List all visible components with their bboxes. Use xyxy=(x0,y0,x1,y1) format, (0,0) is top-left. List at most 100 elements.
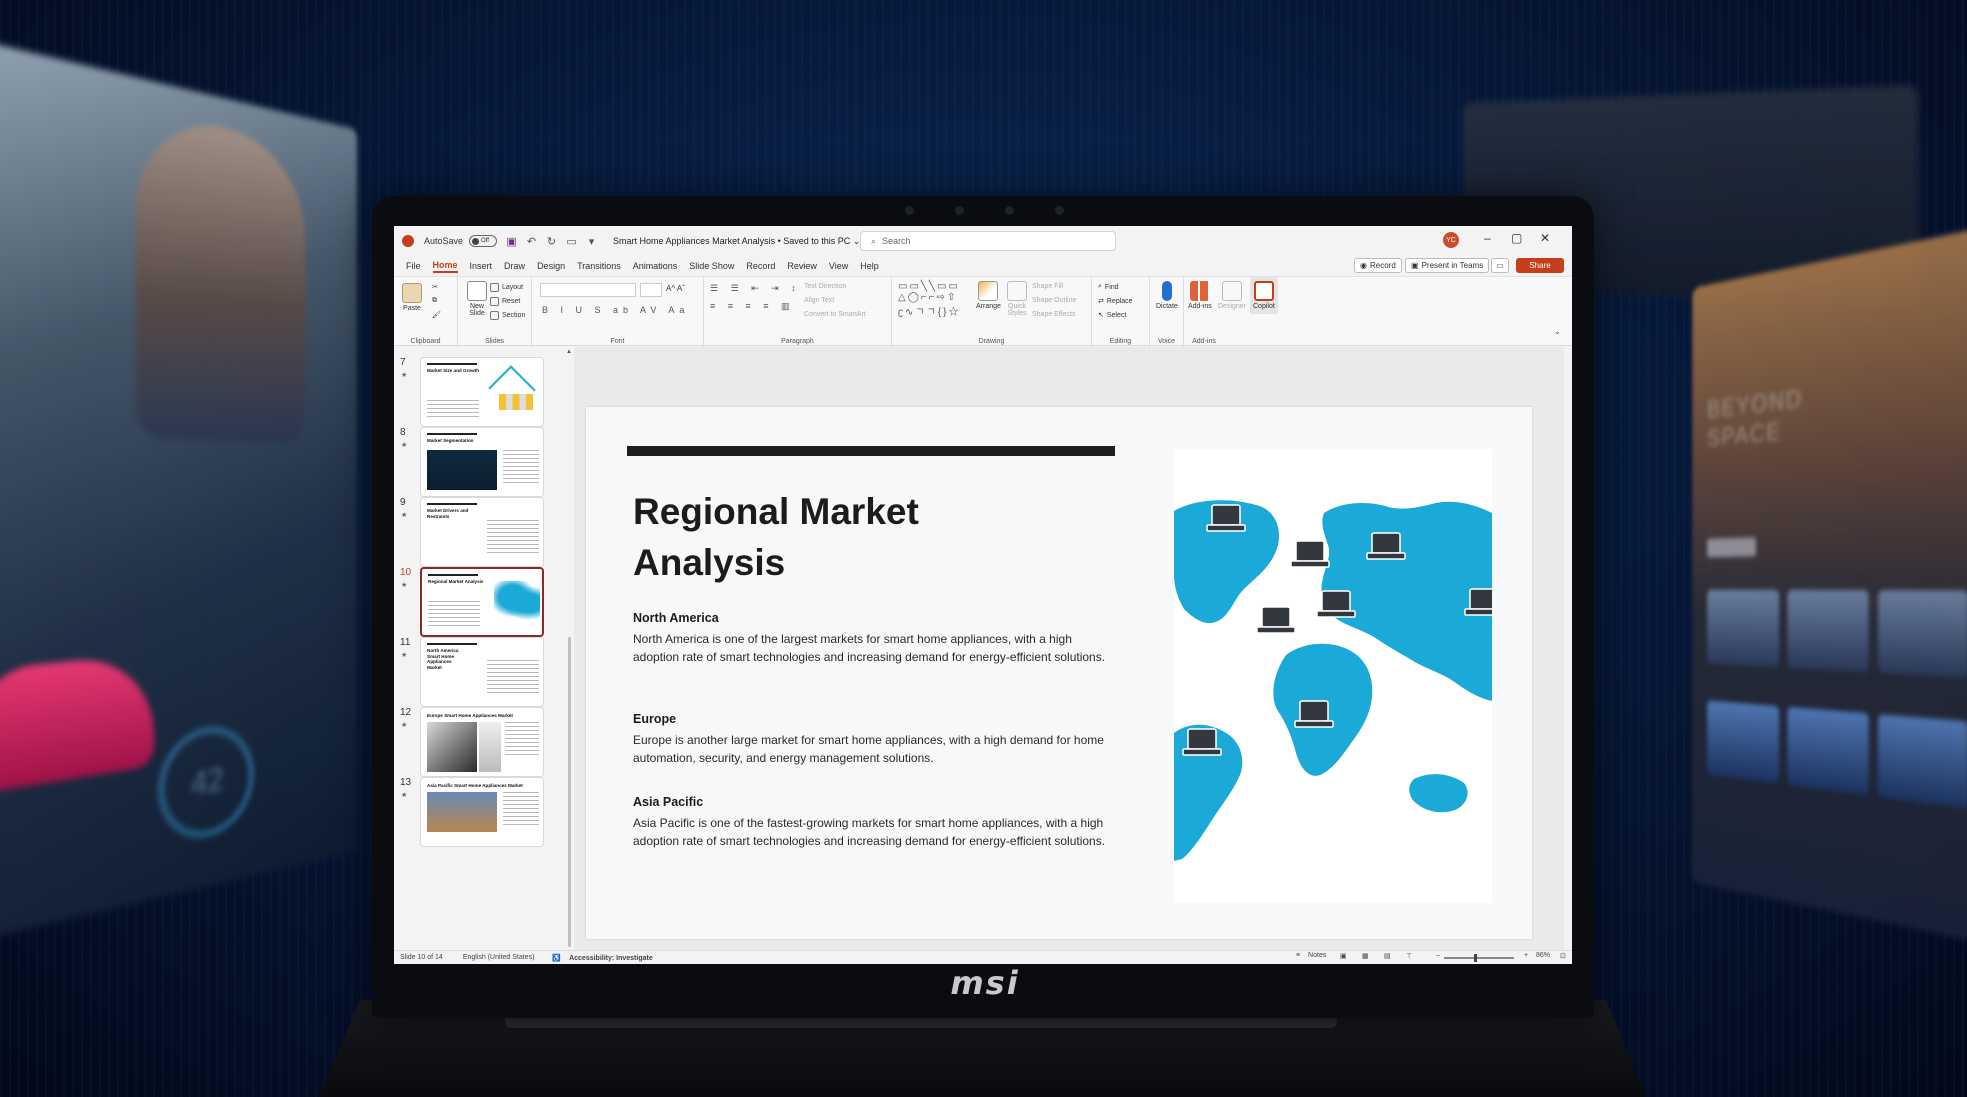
accessibility-checker[interactable]: ♿ Accessibility: Investigate xyxy=(546,954,652,962)
quick-styles-button[interactable]: Quick Styles xyxy=(1004,281,1030,317)
tab-record[interactable]: Record xyxy=(746,261,775,271)
list-buttons[interactable]: ☰ ☰ ⇤ ⇥ ↕ xyxy=(710,283,801,294)
maximize-icon[interactable]: ▢ xyxy=(1511,231,1522,245)
zoom-in-icon[interactable]: + xyxy=(1524,952,1528,959)
autosave-toggle[interactable]: Off xyxy=(469,235,498,247)
font-format-buttons[interactable]: B I U S ab AV Aa xyxy=(542,305,689,315)
replace-button[interactable]: ⇄ Replace xyxy=(1098,297,1133,306)
addins-icon xyxy=(1189,281,1210,301)
reset-button[interactable]: Reset xyxy=(490,297,520,306)
reading-view-icon[interactable]: ▤ xyxy=(1384,952,1391,960)
section-body[interactable]: North America is one of the largest mark… xyxy=(633,630,1113,666)
present-icon[interactable]: ▭ xyxy=(566,236,577,248)
current-slide[interactable]: Regional Market Analysis North America N… xyxy=(586,407,1532,939)
select-button[interactable]: ↖ Select xyxy=(1098,311,1126,320)
scroll-up-icon: ▲ xyxy=(566,349,572,355)
zoom-out-icon[interactable]: – xyxy=(1436,952,1440,959)
thumbnail-slide-10[interactable]: 10 ★ Regional Market Analysis xyxy=(394,567,574,647)
find-button[interactable]: ⌕ Find xyxy=(1098,283,1119,291)
save-icon[interactable]: ▣ xyxy=(506,236,517,248)
section-body[interactable]: Europe is another large market for smart… xyxy=(633,731,1113,767)
voice-group: Dictate Voice xyxy=(1150,277,1184,347)
cut-icon[interactable]: ✂ xyxy=(432,283,438,291)
copy-icon[interactable]: ⧉ xyxy=(432,297,437,305)
section-heading[interactable]: Europe xyxy=(633,712,676,726)
copilot-button[interactable]: Copilot xyxy=(1250,277,1278,314)
thumbnail-slide-8[interactable]: 8 ★ Market Segmentation xyxy=(394,427,574,507)
background-thumb-row xyxy=(1707,589,1967,678)
slideshow-view-icon[interactable]: ⊤ xyxy=(1406,952,1412,960)
collapse-ribbon-icon[interactable]: ⌄ xyxy=(1554,327,1561,336)
font-name-box[interactable] xyxy=(540,283,636,297)
thumbnail-scrollbar[interactable]: ▲ xyxy=(566,347,572,950)
zoom-slider[interactable] xyxy=(1444,957,1514,959)
dictate-button[interactable]: Dictate xyxy=(1156,281,1178,310)
thumbnail-slide-9[interactable]: 9 ★ Market Drivers and Restraints xyxy=(394,497,574,577)
thumbnail-slide-7[interactable]: 7 ★ Market Size and Growth xyxy=(394,357,574,437)
thumbnail-slide-11[interactable]: 11 ★ North America Smart Home Appliances … xyxy=(394,637,574,717)
tab-file[interactable]: File xyxy=(406,261,421,271)
paste-button[interactable]: Paste xyxy=(402,283,422,312)
undo-icon[interactable]: ↶ xyxy=(526,236,537,248)
slide-title[interactable]: Regional Market Analysis xyxy=(633,486,1063,588)
language-indicator[interactable]: English (United States) xyxy=(463,954,535,961)
font-grow-icon[interactable]: A^ Aˇ xyxy=(666,284,685,293)
slide-thumbnail-panel: 7 ★ Market Size and Growth 8 ★ Market Segm… xyxy=(394,347,574,950)
thumbnail-slide-13[interactable]: 13 ★ Asia Pacific Smart Home Appliances M… xyxy=(394,777,574,857)
slide-sorter-icon[interactable]: ▦ xyxy=(1362,952,1369,960)
minimize-icon[interactable]: – xyxy=(1484,231,1491,245)
comments-button[interactable]: ▭ xyxy=(1491,258,1509,273)
shapes-gallery[interactable]: ▭▭╲╲▭▭ △◯⌐⌐⇨⇧ ʗ∿ㄱㄱ{}☆ xyxy=(898,281,960,318)
zoom-slider-handle[interactable] xyxy=(1474,954,1477,962)
section-heading[interactable]: North America xyxy=(633,611,719,625)
normal-view-icon[interactable]: ▣ xyxy=(1340,952,1347,960)
font-group: A^ Aˇ B I U S ab AV Aa Font xyxy=(532,277,704,347)
shape-fill-button[interactable]: Shape Fill xyxy=(1032,283,1063,290)
section-button[interactable]: Section xyxy=(490,311,525,320)
addins-button[interactable]: Add-ins xyxy=(1188,281,1212,310)
align-buttons[interactable]: ≡ ≡ ≡ ≡ ▥ xyxy=(710,301,795,312)
shape-effects-button[interactable]: Shape Effects xyxy=(1032,311,1075,318)
customize-qat-icon[interactable]: ▾ xyxy=(586,236,597,248)
tab-review[interactable]: Review xyxy=(787,261,817,271)
tab-design[interactable]: Design xyxy=(537,261,565,271)
zoom-level[interactable]: 86% xyxy=(1536,952,1550,959)
drawing-group: ▭▭╲╲▭▭ △◯⌐⌐⇨⇧ ʗ∿ㄱㄱ{}☆ Arrange Quick Styles… xyxy=(892,277,1092,347)
convert-smartart-button[interactable]: Convert to SmartArt xyxy=(804,311,866,318)
document-title[interactable]: Smart Home Appliances Market Analysis • … xyxy=(613,236,860,247)
layout-button[interactable]: Layout xyxy=(490,283,523,292)
text-direction-button[interactable]: Text Direction xyxy=(804,283,846,290)
format-painter-icon[interactable]: 🖌 xyxy=(432,311,441,319)
shape-outline-button[interactable]: Shape Outline xyxy=(1032,297,1076,304)
tab-view[interactable]: View xyxy=(829,261,848,271)
tab-help[interactable]: Help xyxy=(860,261,879,271)
section-body[interactable]: Asia Pacific is one of the fastest-growi… xyxy=(633,814,1113,850)
addins-label: Add-ins xyxy=(1192,338,1216,345)
section-heading[interactable]: Asia Pacific xyxy=(633,795,703,809)
record-button[interactable]: ◉ Record xyxy=(1354,258,1402,273)
tab-slide-show[interactable]: Slide Show xyxy=(689,261,734,271)
world-map-image[interactable] xyxy=(1174,449,1492,903)
designer-button[interactable]: Designer xyxy=(1218,281,1246,310)
search-input[interactable]: ⌕ Search xyxy=(860,231,1116,251)
new-slide-button[interactable]: New Slide xyxy=(462,281,492,317)
background-right-panel: BEYOND SPACE xyxy=(1692,226,1967,944)
tab-draw[interactable]: Draw xyxy=(504,261,525,271)
tab-insert[interactable]: Insert xyxy=(470,261,493,271)
tab-transitions[interactable]: Transitions xyxy=(577,261,621,271)
notes-button[interactable]: ≡ Notes xyxy=(1290,952,1326,959)
ribbon: Paste ✂ ⧉ 🖌 Clipboard New Slide Layout R… xyxy=(394,276,1572,347)
thumbnail-slide-12[interactable]: 12 ★ Europe Smart Home Appliances Market xyxy=(394,707,574,787)
redo-icon[interactable]: ↻ xyxy=(546,236,557,248)
share-button[interactable]: Share xyxy=(1516,258,1564,273)
align-text-button[interactable]: Align Text xyxy=(804,297,834,304)
arrange-button[interactable]: Arrange xyxy=(976,281,1001,310)
tab-animations[interactable]: Animations xyxy=(633,261,678,271)
font-size-box[interactable] xyxy=(640,283,662,297)
tab-home[interactable]: Home xyxy=(432,260,458,273)
present-in-teams-button[interactable]: ▣ Present in Teams xyxy=(1405,258,1490,273)
fit-slide-icon[interactable]: ⊡ xyxy=(1560,952,1566,960)
close-icon[interactable]: ✕ xyxy=(1540,231,1550,245)
notes-icon: ≡ xyxy=(1296,952,1301,959)
user-avatar[interactable]: YC xyxy=(1443,232,1459,248)
